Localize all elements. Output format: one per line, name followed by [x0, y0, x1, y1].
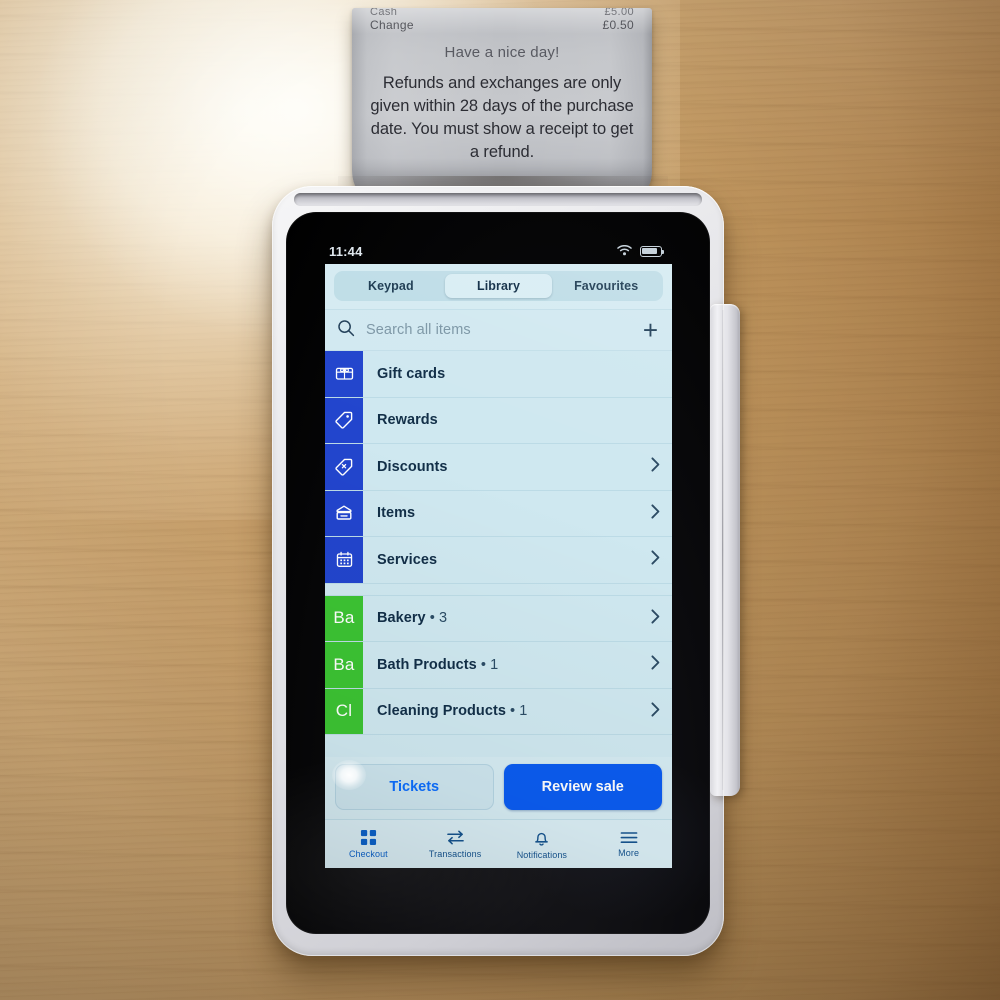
list-item-rewards[interactable]: Rewards — [325, 397, 672, 444]
device-glass-panel: 11:44 Keypad Library Favourites Search a… — [286, 212, 710, 934]
hamburger-icon — [620, 830, 638, 845]
tab-library[interactable]: Library — [444, 274, 553, 298]
terminal-screen: 11:44 Keypad Library Favourites Search a… — [325, 238, 672, 868]
category-count: 3 — [439, 610, 448, 627]
list-item-label: Discounts — [377, 458, 448, 475]
list-item-discounts[interactable]: Discounts — [325, 444, 672, 491]
category-initials: Cl — [335, 701, 353, 721]
tab-notifications[interactable]: Notifications — [499, 829, 586, 860]
photo-scene: Cash £5.00 Change £0.50 Have a nice day!… — [0, 0, 1000, 1000]
category-initials-swatch: Ba — [325, 595, 363, 641]
tab-checkout[interactable]: Checkout — [325, 829, 412, 859]
card-slot-groove — [722, 310, 724, 790]
bottom-tab-bar: Checkout Transactions Notifications More — [325, 819, 672, 868]
segmented-control-wrapper: Keypad Library Favourites — [325, 264, 672, 309]
category-separator: • — [429, 610, 435, 627]
bell-icon — [533, 829, 550, 847]
chevron-right-icon — [651, 609, 660, 628]
segmented-control: Keypad Library Favourites — [334, 271, 663, 301]
receipt-cash-label: Cash — [370, 8, 398, 17]
search-icon — [337, 319, 355, 342]
status-bar: 11:44 — [325, 238, 672, 264]
receipt-change-line: Change £0.50 — [366, 17, 638, 32]
list-item-bakery[interactable]: Ba Bakery • 3 — [325, 595, 672, 642]
wifi-icon — [617, 244, 632, 259]
grid-icon — [360, 829, 377, 846]
receipt-thanks-message: Have a nice day! — [444, 44, 560, 61]
plus-icon[interactable]: + — [643, 317, 660, 343]
receipt-cash-amount: £5.00 — [604, 8, 634, 17]
items-drawer-icon — [325, 490, 363, 536]
receipt-change-amount: £0.50 — [602, 18, 634, 32]
calendar-icon — [325, 537, 363, 583]
category-name: Cleaning Products — [377, 703, 506, 720]
review-sale-button[interactable]: Review sale — [503, 764, 662, 810]
list-item-label: Services — [377, 551, 438, 568]
category-initials-swatch: Ba — [325, 642, 363, 688]
library-list: Gift cards Rewards Discounts Items Servi… — [325, 351, 672, 757]
status-bar-time: 11:44 — [329, 243, 363, 259]
category-count: 1 — [519, 703, 528, 720]
list-item-label: Bath Products • 1 — [377, 657, 498, 673]
pos-terminal-device: 11:44 Keypad Library Favourites Search a… — [272, 186, 740, 956]
list-item-gift-cards[interactable]: Gift cards — [325, 351, 672, 398]
tickets-button[interactable]: Tickets — [335, 764, 494, 810]
battery-icon — [640, 245, 665, 257]
tab-label: Transactions — [428, 849, 482, 859]
gift-card-icon — [325, 351, 363, 397]
category-initials: Ba — [333, 608, 355, 628]
list-item-label: Bakery • 3 — [377, 610, 447, 626]
chevron-right-icon — [651, 702, 660, 721]
reward-tag-icon — [325, 397, 363, 443]
receipt-refund-policy: Refunds and exchanges are only given wit… — [370, 74, 634, 161]
list-item-bath-products[interactable]: Ba Bath Products • 1 — [325, 642, 672, 689]
list-item-services[interactable]: Services — [325, 537, 672, 584]
chevron-right-icon — [651, 504, 660, 523]
receipt-cut-line: Cash £5.00 — [366, 8, 638, 17]
category-initials-swatch: Cl — [325, 688, 363, 734]
tab-favourites[interactable]: Favourites — [552, 274, 660, 298]
category-separator: • — [480, 656, 486, 673]
printed-receipt: Cash £5.00 Change £0.50 Have a nice day!… — [352, 8, 652, 192]
list-item-label: Gift cards — [377, 365, 446, 382]
tab-transactions[interactable]: Transactions — [412, 829, 499, 859]
tab-label: Notifications — [516, 849, 568, 860]
category-name: Bakery — [377, 610, 426, 627]
search-input[interactable]: Search all items — [366, 322, 632, 338]
receipt-printer-slot — [294, 193, 702, 206]
chevron-right-icon — [651, 457, 660, 476]
list-item-cleaning-products[interactable]: Cl Cleaning Products • 1 — [325, 688, 672, 735]
action-bar: Tickets Review sale — [325, 757, 672, 819]
search-row: Search all items + — [325, 309, 672, 351]
tab-more[interactable]: More — [585, 830, 672, 858]
list-item-label: Rewards — [377, 412, 438, 429]
discount-tag-icon — [325, 444, 363, 490]
transfer-arrows-icon — [446, 829, 465, 846]
list-section-divider — [325, 583, 672, 596]
list-item-items[interactable]: Items — [325, 490, 672, 537]
card-reader-rail — [710, 304, 740, 796]
pos-app: Keypad Library Favourites Search all ite… — [325, 264, 672, 868]
tab-keypad[interactable]: Keypad — [337, 274, 445, 298]
list-item-label: Cleaning Products • 1 — [377, 703, 527, 719]
tab-label: More — [618, 848, 640, 858]
category-initials: Ba — [333, 654, 355, 674]
chevron-right-icon — [651, 550, 660, 569]
category-count: 1 — [490, 656, 499, 673]
receipt-change-label: Change — [370, 18, 414, 32]
chevron-right-icon — [651, 655, 660, 674]
category-name: Bath Products — [377, 656, 477, 673]
tab-label: Checkout — [348, 849, 388, 859]
list-item-label: Items — [377, 505, 416, 522]
category-separator: • — [510, 703, 516, 720]
